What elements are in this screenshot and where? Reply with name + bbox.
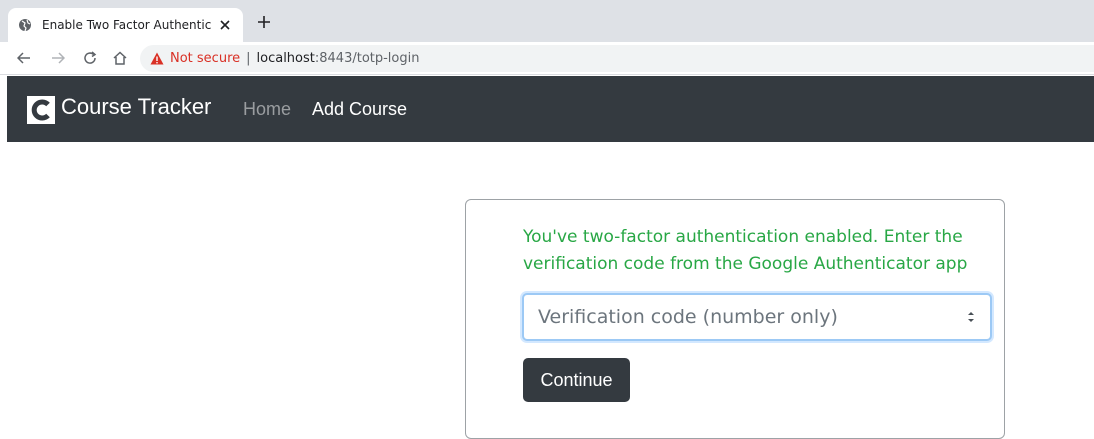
number-spinner-icon[interactable] — [966, 309, 976, 325]
close-icon[interactable] — [217, 17, 233, 33]
app-navbar: Course Tracker Home Add Course — [7, 76, 1094, 142]
brand-name[interactable]: Course Tracker — [61, 94, 211, 120]
forward-arrow-icon[interactable] — [48, 48, 68, 68]
nav-link-add-course[interactable]: Add Course — [312, 99, 407, 120]
continue-button[interactable]: Continue — [523, 358, 630, 402]
plus-icon[interactable] — [254, 12, 274, 32]
tab-title: Enable Two Factor Authentication — [42, 18, 211, 32]
warning-triangle-icon — [150, 52, 164, 65]
url-path: :8443/totp-login — [314, 51, 420, 66]
url-host: localhost — [256, 51, 315, 66]
two-factor-message: You've two-factor authentication enabled… — [523, 227, 968, 274]
verification-code-input[interactable] — [524, 295, 990, 339]
url-separator: | — [246, 51, 251, 66]
back-arrow-icon[interactable] — [14, 48, 34, 68]
reload-icon[interactable] — [80, 48, 100, 68]
course-tracker-logo-icon[interactable] — [27, 96, 55, 124]
security-label[interactable]: Not secure — [170, 51, 240, 66]
tab-strip: Enable Two Factor Authentication — [0, 0, 1094, 42]
browser-tab[interactable]: Enable Two Factor Authentication — [8, 8, 243, 42]
browser-toolbar: Not secure | localhost :8443/totp-login — [0, 42, 1094, 75]
nav-link-home[interactable]: Home — [243, 99, 291, 120]
verification-code-field — [522, 293, 992, 341]
globe-icon — [19, 19, 31, 32]
home-icon[interactable] — [110, 48, 130, 68]
address-bar[interactable]: Not secure | localhost :8443/totp-login — [140, 45, 1094, 72]
verification-card: You've two-factor authentication enabled… — [465, 199, 1005, 439]
